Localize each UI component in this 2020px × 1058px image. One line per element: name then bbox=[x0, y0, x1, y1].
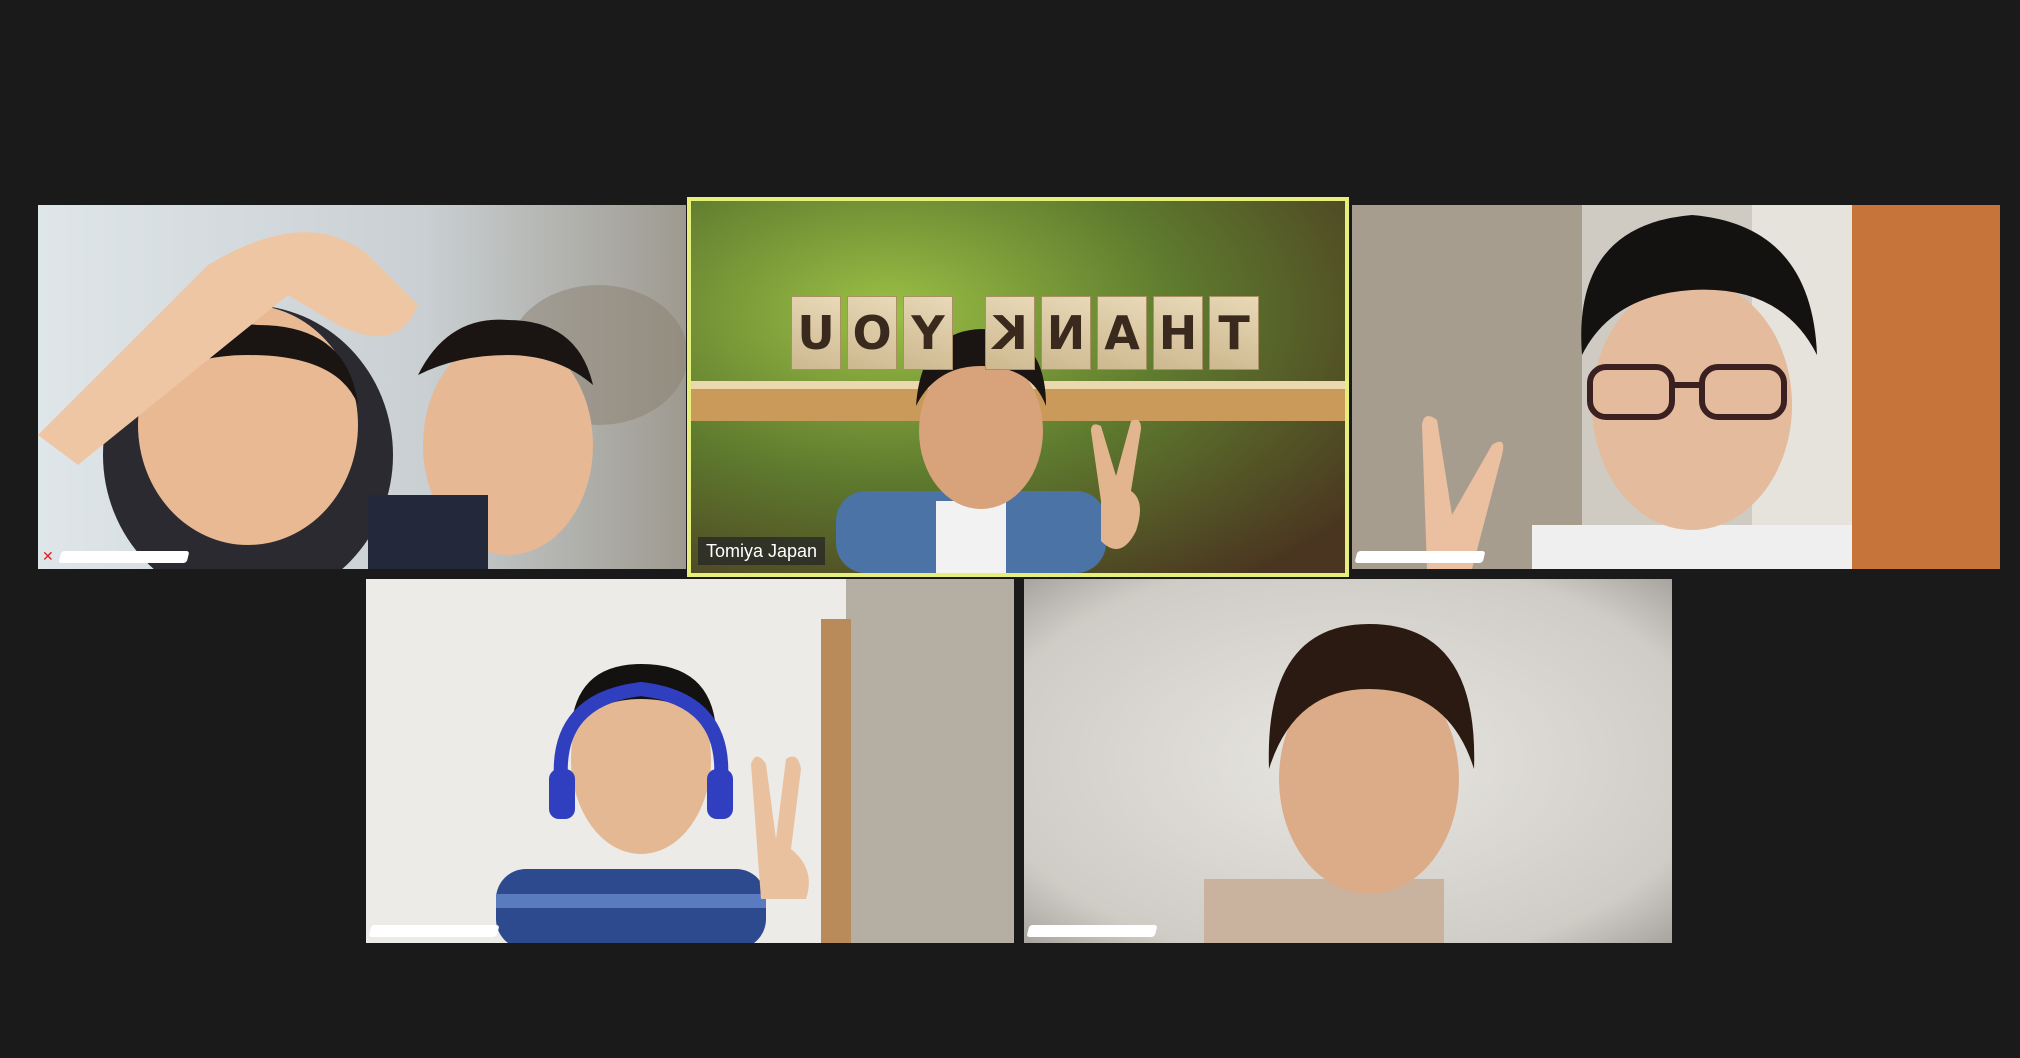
participant-tile-5[interactable] bbox=[1024, 579, 1672, 943]
participant-video-3 bbox=[1352, 205, 2000, 569]
participant-name: Tomiya Japan bbox=[698, 537, 826, 565]
participant-name-redacted-5 bbox=[1026, 925, 1158, 937]
gallery-view: ✕ U O Y K N A H T Tomiya Japan bbox=[0, 0, 2020, 1058]
participant-name-redacted-1 bbox=[58, 551, 190, 563]
participant-video-5 bbox=[1024, 579, 1672, 943]
participant-tile-active-speaker[interactable]: U O Y K N A H T Tomiya Japan bbox=[687, 197, 1349, 577]
participant-video-1 bbox=[38, 205, 686, 569]
participant-video-4 bbox=[366, 579, 1014, 943]
participant-video-2 bbox=[691, 201, 1345, 573]
mic-muted-icon: ✕ bbox=[42, 548, 54, 564]
participant-name-redacted-3 bbox=[1354, 551, 1486, 563]
participant-tile-3[interactable] bbox=[1352, 205, 2000, 569]
thank-you-blocks: U O Y K N A H T bbox=[791, 296, 1259, 370]
participant-tile-4[interactable] bbox=[366, 579, 1014, 943]
participant-tile-1[interactable]: ✕ bbox=[38, 205, 686, 569]
participant-name-redacted-4 bbox=[368, 925, 500, 937]
